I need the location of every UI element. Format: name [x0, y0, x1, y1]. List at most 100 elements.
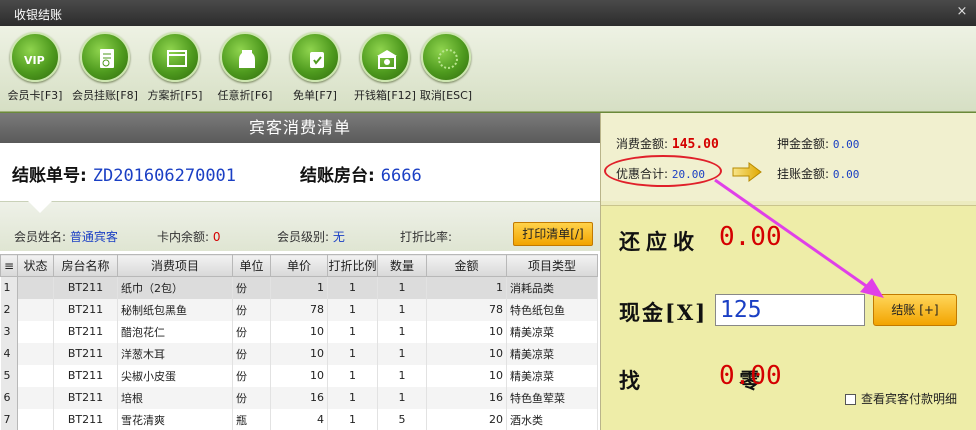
col-unit[interactable]: 单位 — [232, 254, 271, 277]
arrow-right-icon — [732, 162, 762, 182]
cell-room: BT211 — [53, 298, 118, 321]
member-name-value: 普通宾客 — [69, 230, 118, 244]
window-icon — [167, 50, 187, 67]
credit-label: 挂账金额: — [777, 167, 830, 181]
cell-status — [17, 298, 54, 321]
free-discount-button[interactable]: 任意折[F6] — [210, 32, 280, 103]
cell-type: 精美凉菜 — [506, 320, 598, 343]
cell-room: BT211 — [53, 408, 118, 430]
menu-icon[interactable]: ≡ — [0, 254, 18, 277]
cell-amount: 10 — [426, 364, 507, 387]
bill-banner: 宾客消费清单 — [0, 113, 600, 143]
cell-unit: 份 — [232, 276, 271, 299]
cell-type: 酒水类 — [506, 408, 598, 430]
table-row[interactable]: 1 BT211 纸巾（2包）份 1 1 1 1 消耗品类 — [0, 276, 598, 299]
jar-icon — [239, 50, 255, 68]
row-index: 4 — [0, 342, 18, 365]
discount-rate: 打折比率: — [400, 228, 452, 245]
cell-price: 16 — [270, 386, 328, 409]
cell-type: 特色鱼荤菜 — [506, 386, 598, 409]
due-label: 还应收 — [619, 229, 700, 254]
cell-item: 培根 — [117, 386, 233, 409]
cell-item: 雪花清爽 — [117, 408, 233, 430]
cell-price: 78 — [270, 298, 328, 321]
cell-price: 10 — [270, 364, 328, 387]
cell-qty: 1 — [377, 342, 427, 365]
cell-unit: 份 — [232, 386, 271, 409]
cell-status — [17, 408, 54, 430]
waive-bill-label: 免单[F7] — [293, 89, 337, 102]
consume-label: 消费金额: — [616, 137, 669, 151]
discount-rate-label: 打折比率: — [400, 230, 453, 244]
col-price[interactable]: 单价 — [270, 254, 328, 277]
cash-input[interactable]: 125 — [715, 294, 865, 326]
cell-price: 10 — [270, 342, 328, 365]
consume-amount: 消费金额: 145.00 — [616, 135, 719, 152]
summary: 消费金额: 145.00 押金金额: 0.00 优惠合计: 20.00 挂账金额… — [601, 113, 976, 201]
pay-area: 还应收 0.00 现金[X] 125 结账 [+] 找 零 0.00 查看宾客付… — [601, 205, 976, 430]
table-row[interactable]: 5 BT211 尖椒小皮蛋份 10 1 1 10 精美凉菜 — [0, 364, 598, 387]
cell-type: 精美凉菜 — [506, 364, 598, 387]
cell-room: BT211 — [53, 364, 118, 387]
cell-discount: 1 — [327, 320, 378, 343]
col-status[interactable]: 状态 — [17, 254, 54, 277]
toolbar: VIP 会员卡[F3] 会员挂账[F8] 方案折[F5] 任意折[F6] 免单[… — [0, 26, 976, 112]
table-row[interactable]: 3 BT211 醋泡花仁份 10 1 1 10 精美凉菜 — [0, 320, 598, 343]
cell-unit: 份 — [232, 364, 271, 387]
table-row[interactable]: 4 BT211 洋葱木耳份 10 1 1 10 精美凉菜 — [0, 342, 598, 365]
cell-discount: 1 — [327, 342, 378, 365]
view-detail-checkbox[interactable]: 查看宾客付款明细 — [845, 390, 957, 407]
vip-icon: VIP — [24, 54, 45, 67]
col-room[interactable]: 房台名称 — [53, 254, 118, 277]
cell-discount: 1 — [327, 298, 378, 321]
cell-item: 尖椒小皮蛋 — [117, 364, 233, 387]
table-row[interactable]: 7 BT211 雪花清爽瓶 4 1 5 20 酒水类 — [0, 408, 598, 430]
cell-amount: 10 — [426, 342, 507, 365]
cell-amount: 20 — [426, 408, 507, 430]
cell-discount: 1 — [327, 386, 378, 409]
member-name-label: 会员姓名: — [14, 230, 67, 244]
consume-value: 145.00 — [671, 137, 719, 152]
cell-qty: 5 — [377, 408, 427, 430]
payment-panel: 消费金额: 145.00 押金金额: 0.00 优惠合计: 20.00 挂账金额… — [600, 113, 976, 430]
table-row[interactable]: 2 BT211 秘制纸包黑鱼份 78 1 1 78 特色纸包鱼 — [0, 298, 598, 321]
waive-bill-button[interactable]: 免单[F7] — [280, 32, 350, 103]
col-item[interactable]: 消费项目 — [117, 254, 233, 277]
cell-status — [17, 386, 54, 409]
cell-discount: 1 — [327, 408, 378, 430]
card-balance-label: 卡内余额: — [157, 230, 210, 244]
col-amount[interactable]: 金额 — [426, 254, 507, 277]
cell-unit: 份 — [232, 342, 271, 365]
cell-amount: 10 — [426, 320, 507, 343]
cell-room: BT211 — [53, 320, 118, 343]
cell-status — [17, 320, 54, 343]
cell-qty: 1 — [377, 320, 427, 343]
member-credit-button[interactable]: 会员挂账[F8] — [70, 32, 140, 103]
room-label: 结账房台: — [300, 166, 375, 186]
close-icon[interactable]: × — [954, 4, 970, 20]
vip-card-label: 会员卡[F3] — [7, 89, 63, 102]
window-titlebar: 收银结账 × — [0, 0, 976, 26]
plan-discount-button[interactable]: 方案折[F5] — [140, 32, 210, 103]
change-amount: 0.00 — [719, 361, 782, 391]
header-notch — [28, 201, 52, 213]
cell-status — [17, 276, 54, 299]
col-qty[interactable]: 数量 — [377, 254, 427, 277]
cell-room: BT211 — [53, 386, 118, 409]
cell-item: 洋葱木耳 — [117, 342, 233, 365]
cell-qty: 1 — [377, 364, 427, 387]
print-list-button[interactable]: 打印清单[/] — [513, 222, 593, 246]
col-discount[interactable]: 打折比例 — [327, 254, 378, 277]
open-cashbox-button[interactable]: 开钱箱[F12] — [350, 32, 420, 103]
table-row[interactable]: 6 BT211 培根份 16 1 1 16 特色鱼荤菜 — [0, 386, 598, 409]
settle-button[interactable]: 结账 [+] — [873, 294, 957, 326]
cell-amount: 16 — [426, 386, 507, 409]
checkbox-icon[interactable] — [845, 394, 856, 405]
room: 结账房台: 6666 — [300, 161, 422, 186]
window-title: 收银结账 — [14, 8, 63, 22]
member-credit-label: 会员挂账[F8] — [72, 89, 138, 102]
cell-qty: 1 — [377, 386, 427, 409]
vip-card-button[interactable]: VIP 会员卡[F3] — [0, 32, 70, 103]
cancel-button[interactable]: 取消[ESC] — [411, 32, 481, 103]
col-type[interactable]: 项目类型 — [506, 254, 598, 277]
